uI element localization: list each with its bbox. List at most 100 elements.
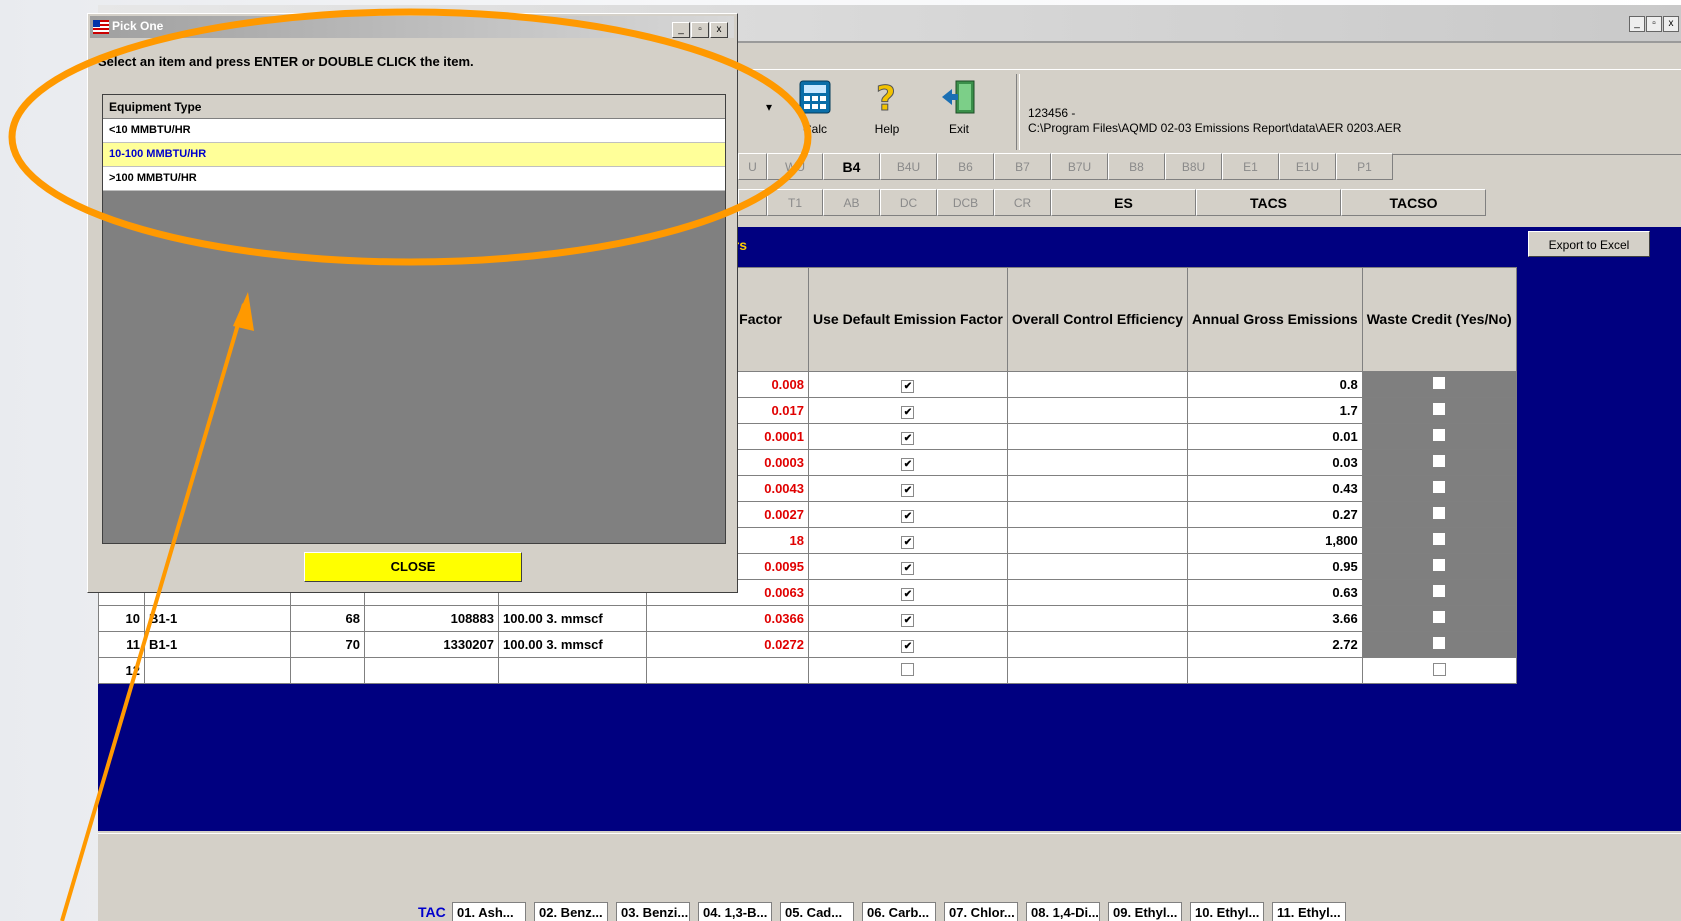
equipment-cell[interactable] [144,657,291,684]
exit-button[interactable]: Exit [930,76,988,148]
control-efficiency-cell[interactable] [1006,657,1189,684]
use-default-cell[interactable]: ✔ [808,527,1008,554]
control-efficiency-cell[interactable] [1006,501,1189,528]
waste-credit-checkbox[interactable] [1433,533,1446,545]
control-efficiency-cell[interactable] [1006,579,1189,606]
code-cell[interactable]: 68 [290,605,365,632]
waste-credit-checkbox[interactable] [1433,611,1446,623]
dialog-titlebar[interactable]: Pick One _ ▫ x [90,16,734,38]
tab-blank[interactable] [738,189,767,216]
annual-gross-cell[interactable]: 1.7 [1187,397,1363,424]
use-default-checkbox[interactable]: ✔ [901,509,915,523]
waste-credit-cell[interactable] [1361,553,1517,580]
equipment-type-item[interactable]: >100 MMBTU/HR [103,167,725,191]
code-cell[interactable]: 70 [290,631,365,658]
tab-tacs[interactable]: TACS [1196,189,1341,216]
use-default-checkbox[interactable]: ✔ [901,613,915,627]
unit-cell[interactable]: 100.00 3. mmscf [498,631,647,658]
waste-credit-cell[interactable] [1361,631,1517,658]
control-efficiency-cell[interactable] [1006,475,1189,502]
tac-item[interactable]: 04. 1,3-B... [698,902,772,921]
use-default-checkbox[interactable]: ✔ [901,405,915,419]
unit-cell[interactable] [498,657,647,684]
tab-e1[interactable]: E1 [1222,153,1279,180]
use-default-checkbox[interactable]: ✔ [901,457,915,471]
waste-credit-cell[interactable] [1361,397,1517,424]
waste-credit-checkbox[interactable] [1433,377,1446,389]
tac-item[interactable]: 03. Benzi... [616,902,690,921]
tab-b4u[interactable]: B4U [880,153,937,180]
waste-credit-checkbox[interactable] [1433,637,1446,649]
tab-e1u[interactable]: E1U [1279,153,1336,180]
control-efficiency-cell[interactable] [1006,553,1189,580]
use-default-checkbox[interactable]: ✔ [901,587,915,601]
use-default-cell[interactable]: ✔ [808,631,1008,658]
annual-gross-cell[interactable]: 0.63 [1187,579,1363,606]
tac-item[interactable]: 09. Ethyl... [1108,902,1182,921]
waste-credit-checkbox[interactable] [1433,403,1446,415]
annual-gross-cell[interactable] [1187,657,1363,684]
use-default-cell[interactable]: ✔ [808,371,1008,398]
waste-credit-checkbox[interactable] [1432,662,1446,676]
waste-credit-checkbox[interactable] [1433,585,1446,597]
use-default-cell[interactable]: ✔ [808,501,1008,528]
annual-gross-cell[interactable]: 0.43 [1187,475,1363,502]
waste-credit-cell[interactable] [1361,423,1517,450]
tab-b8u[interactable]: B8U [1165,153,1222,180]
use-default-checkbox[interactable]: ✔ [901,379,915,393]
dialog-close-button[interactable]: CLOSE [304,552,522,582]
amount-cell[interactable] [364,657,499,684]
waste-credit-cell[interactable] [1361,605,1517,632]
tab-b7[interactable]: B7 [994,153,1051,180]
close-window-button[interactable]: x [1663,16,1679,32]
tab-p1[interactable]: P1 [1336,153,1393,180]
emission-factor-cell[interactable]: 0.0272 [646,631,809,658]
control-efficiency-cell[interactable] [1006,423,1189,450]
tab-dcb[interactable]: DCB [937,189,994,216]
tac-item[interactable]: 07. Chlor... [944,902,1018,921]
use-default-checkbox[interactable]: ✔ [901,639,915,653]
unit-cell[interactable]: 100.00 3. mmscf [498,605,647,632]
use-default-cell[interactable]: ✔ [808,605,1008,632]
annual-gross-cell[interactable]: 0.01 [1187,423,1363,450]
tac-item[interactable]: 01. Ash... [452,902,526,921]
waste-credit-checkbox[interactable] [1433,481,1446,493]
maximize-button[interactable]: ▫ [1646,16,1662,32]
waste-credit-cell[interactable] [1361,657,1517,684]
control-efficiency-cell[interactable] [1006,527,1189,554]
amount-cell[interactable]: 108883 [364,605,499,632]
toolbar-dropdown-arrow[interactable]: ▾ [766,100,772,114]
waste-credit-cell[interactable] [1361,527,1517,554]
tac-item[interactable]: 08. 1,4-Di... [1026,902,1100,921]
annual-gross-cell[interactable]: 0.8 [1187,371,1363,398]
tab-b6[interactable]: B6 [937,153,994,180]
annual-gross-cell[interactable]: 0.03 [1187,449,1363,476]
use-default-checkbox[interactable] [901,662,915,676]
tab-u[interactable]: U [738,153,767,180]
use-default-cell[interactable]: ✔ [808,397,1008,424]
use-default-checkbox[interactable]: ✔ [901,561,915,575]
tab-wu[interactable]: WU [767,153,823,180]
use-default-checkbox[interactable]: ✔ [901,535,915,549]
dialog-minimize-button[interactable]: _ [672,22,690,38]
waste-credit-cell[interactable] [1361,475,1517,502]
control-efficiency-cell[interactable] [1006,605,1189,632]
waste-credit-checkbox[interactable] [1433,455,1446,467]
use-default-cell[interactable]: ✔ [808,475,1008,502]
equipment-type-item[interactable]: <10 MMBTU/HR [103,119,725,143]
use-default-checkbox[interactable]: ✔ [901,431,915,445]
amount-cell[interactable]: 1330207 [364,631,499,658]
tab-t1[interactable]: T1 [767,189,823,216]
waste-credit-checkbox[interactable] [1433,429,1446,441]
control-efficiency-cell[interactable] [1006,449,1189,476]
equipment-cell[interactable]: B1-1 [144,605,291,632]
tab-ab[interactable]: AB [823,189,880,216]
tac-item[interactable]: 11. Ethyl... [1272,902,1346,921]
row-number-cell[interactable]: 11 [98,631,145,658]
equipment-type-item[interactable]: 10-100 MMBTU/HR [103,143,725,167]
row-number-cell[interactable]: 12 [98,657,145,684]
tab-b8[interactable]: B8 [1108,153,1165,180]
dialog-maximize-button[interactable]: ▫ [691,22,709,38]
tac-item[interactable]: 10. Ethyl... [1190,902,1264,921]
use-default-cell[interactable]: ✔ [808,553,1008,580]
